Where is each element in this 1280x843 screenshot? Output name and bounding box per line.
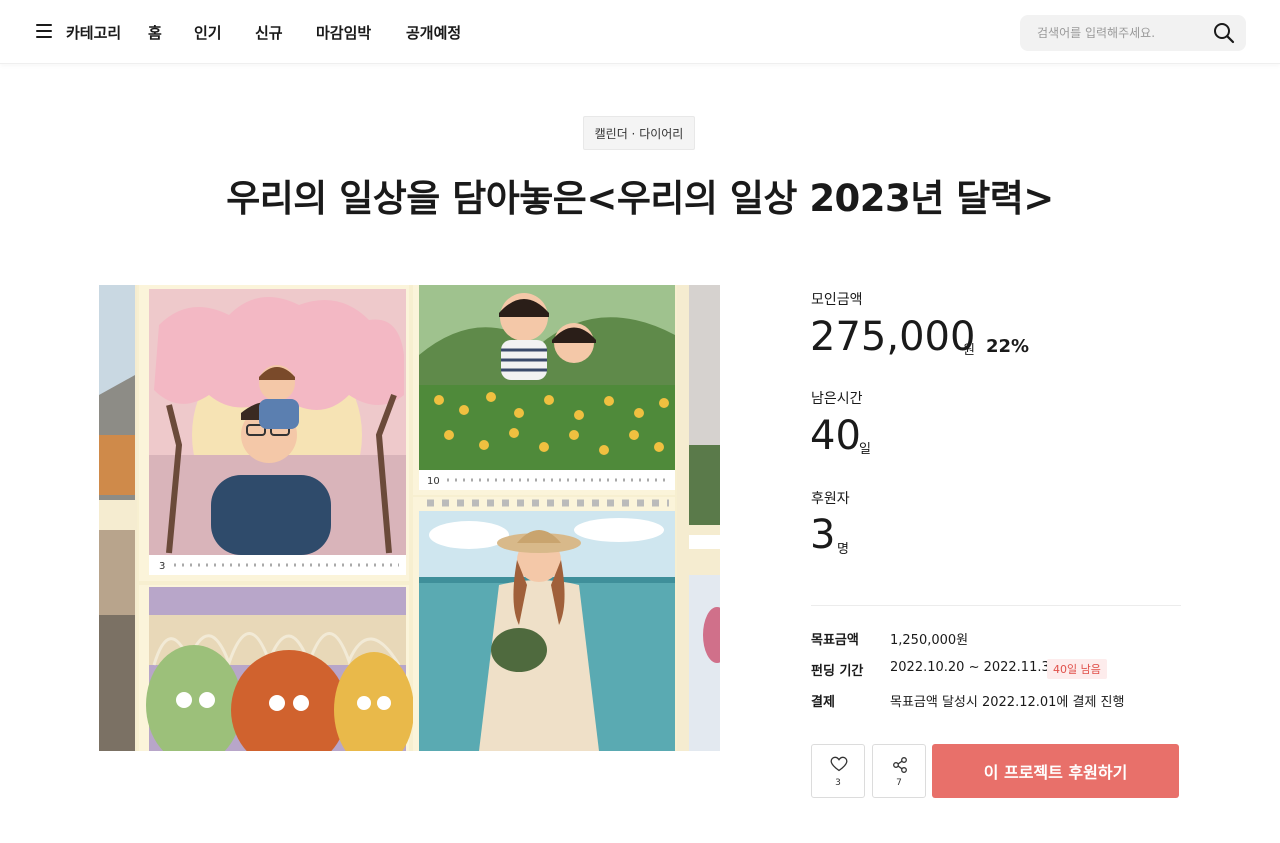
hamburger-menu-icon[interactable]: [36, 24, 54, 40]
october-month-label: 10: [427, 476, 440, 487]
heart-icon: [830, 756, 848, 772]
goal-label: 목표금액: [811, 633, 859, 648]
raised-label: 모인금액: [811, 292, 863, 308]
raised-percent: 22%: [986, 336, 1030, 357]
like-button[interactable]: 3: [811, 744, 865, 798]
share-button[interactable]: 7: [872, 744, 926, 798]
top-header: 카테고리 홈 인기 신규 마감임박 공개예정: [0, 0, 1280, 64]
raised-unit: 원: [963, 343, 975, 358]
project-main-image: 3 10: [99, 285, 720, 751]
like-count: 3: [835, 778, 841, 788]
march-month-label: 3: [159, 561, 165, 572]
backers-value: 3: [810, 512, 836, 558]
funding-period-label: 펀딩 기간: [811, 664, 864, 679]
raised-amount: 275,000: [810, 314, 976, 360]
payment-value: 목표금액 달성시 2022.12.01에 결제 진행: [890, 695, 1125, 710]
project-title: 우리의 일상을 담아놓은<우리의 일상 2023년 달력>: [226, 177, 1054, 220]
backers-unit: 명: [837, 542, 849, 557]
payment-label: 결제: [811, 695, 835, 710]
goal-value: 1,250,000원: [890, 633, 969, 648]
remaining-time-unit: 일: [859, 442, 871, 457]
nav-closing-soon[interactable]: 마감임박: [316, 0, 371, 64]
nav-home[interactable]: 홈: [148, 0, 162, 64]
remaining-time-value: 40: [810, 413, 861, 459]
backers-label: 후원자: [811, 491, 850, 507]
nav-new[interactable]: 신규: [255, 0, 283, 64]
back-project-button[interactable]: 이 프로젝트 후원하기: [932, 744, 1179, 798]
funding-period-value: 2022.10.20 ~ 2022.11.30: [890, 660, 1059, 675]
remaining-time-label: 남은시간: [811, 391, 863, 407]
nav-popular[interactable]: 인기: [194, 0, 222, 64]
nav-category[interactable]: 카테고리: [66, 0, 121, 64]
category-badge[interactable]: 캘린더 · 다이어리: [583, 116, 695, 150]
days-left-badge: 40일 남음: [1047, 659, 1107, 679]
share-icon: [893, 757, 907, 773]
search-icon[interactable]: [1213, 22, 1235, 44]
share-count: 7: [896, 778, 902, 788]
search-input[interactable]: [1020, 15, 1210, 51]
divider: [811, 605, 1181, 606]
nav-upcoming[interactable]: 공개예정: [406, 0, 461, 64]
